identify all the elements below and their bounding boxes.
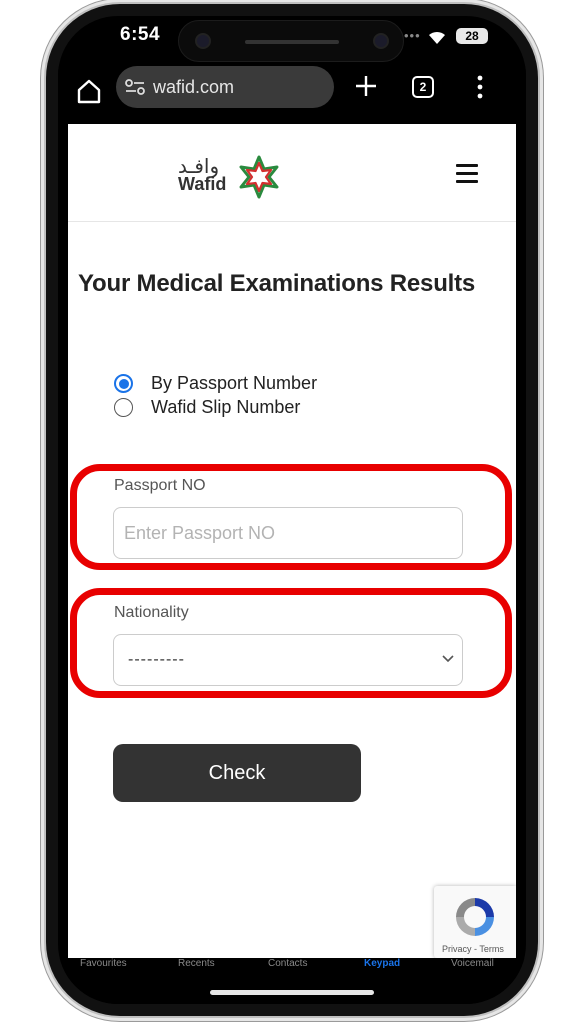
signal-dots: •••: [404, 28, 421, 43]
wafid-logo[interactable]: وافـد Wafid: [178, 154, 288, 199]
speaker-slit: [245, 40, 339, 44]
recaptcha-icon: [456, 898, 494, 936]
radio-slip[interactable]: [114, 398, 133, 417]
camera-icon: [195, 33, 211, 49]
tab-voicemail: Voicemail: [451, 958, 494, 969]
home-icon[interactable]: [74, 76, 104, 106]
web-page: وافـد Wafid Your Medical Examinations Re…: [68, 124, 516, 958]
site-settings-icon[interactable]: [124, 78, 146, 96]
logo-english-text: Wafid: [178, 174, 227, 194]
sensor-icon: [373, 33, 389, 49]
url-text: wafid.com: [153, 77, 235, 97]
phone-screen: 6:54 ••• 28 wafid.com 2 وافـد Wafid Your…: [58, 16, 526, 1004]
plus-icon[interactable]: [354, 74, 378, 98]
volume-up-button: [40, 286, 45, 342]
recaptcha-links[interactable]: Privacy - Terms: [442, 944, 504, 954]
stage: 6:54 ••• 28 wafid.com 2 وافـد Wafid Your…: [0, 0, 576, 1024]
radio-passport[interactable]: [114, 374, 133, 393]
hamburger-icon[interactable]: [456, 164, 478, 184]
battery-indicator: 28: [456, 28, 488, 44]
passport-highlight-box: [70, 464, 512, 570]
tab-recents: Recents: [178, 958, 215, 969]
more-vert-icon[interactable]: [468, 74, 492, 100]
address-bar[interactable]: wafid.com: [116, 66, 334, 108]
underlying-tab-bar: Favourites Recents Contacts Keypad Voice…: [58, 958, 526, 1004]
volume-down-button: [40, 358, 45, 414]
radio-option-slip[interactable]: Wafid Slip Number: [114, 396, 474, 420]
action-button: [40, 215, 45, 249]
status-time: 6:54: [120, 24, 161, 45]
home-indicator[interactable]: [210, 990, 374, 995]
status-bar: 6:54 ••• 28: [58, 16, 526, 66]
page-title: Your Medical Examinations Results: [78, 270, 476, 297]
tab-favourites: Favourites: [80, 958, 127, 969]
check-button[interactable]: Check: [113, 744, 361, 802]
radio-passport-label[interactable]: By Passport Number: [151, 373, 317, 394]
tabs-icon[interactable]: 2: [412, 76, 434, 98]
browser-toolbar: wafid.com 2: [58, 66, 526, 122]
tab-contacts: Contacts: [268, 958, 308, 969]
nationality-highlight-box: [70, 588, 512, 698]
search-type-radio-group: By Passport Number Wafid Slip Number: [114, 372, 474, 420]
logo-star-icon: [239, 155, 279, 199]
radio-slip-label[interactable]: Wafid Slip Number: [151, 397, 300, 418]
power-button: [539, 296, 544, 402]
site-header: وافـد Wafid: [68, 124, 516, 222]
recaptcha-badge[interactable]: Privacy - Terms: [434, 886, 516, 958]
dynamic-island: [178, 20, 404, 62]
tab-keypad: Keypad: [364, 958, 401, 969]
wifi-icon: [429, 31, 445, 44]
radio-option-passport[interactable]: By Passport Number: [114, 372, 474, 396]
